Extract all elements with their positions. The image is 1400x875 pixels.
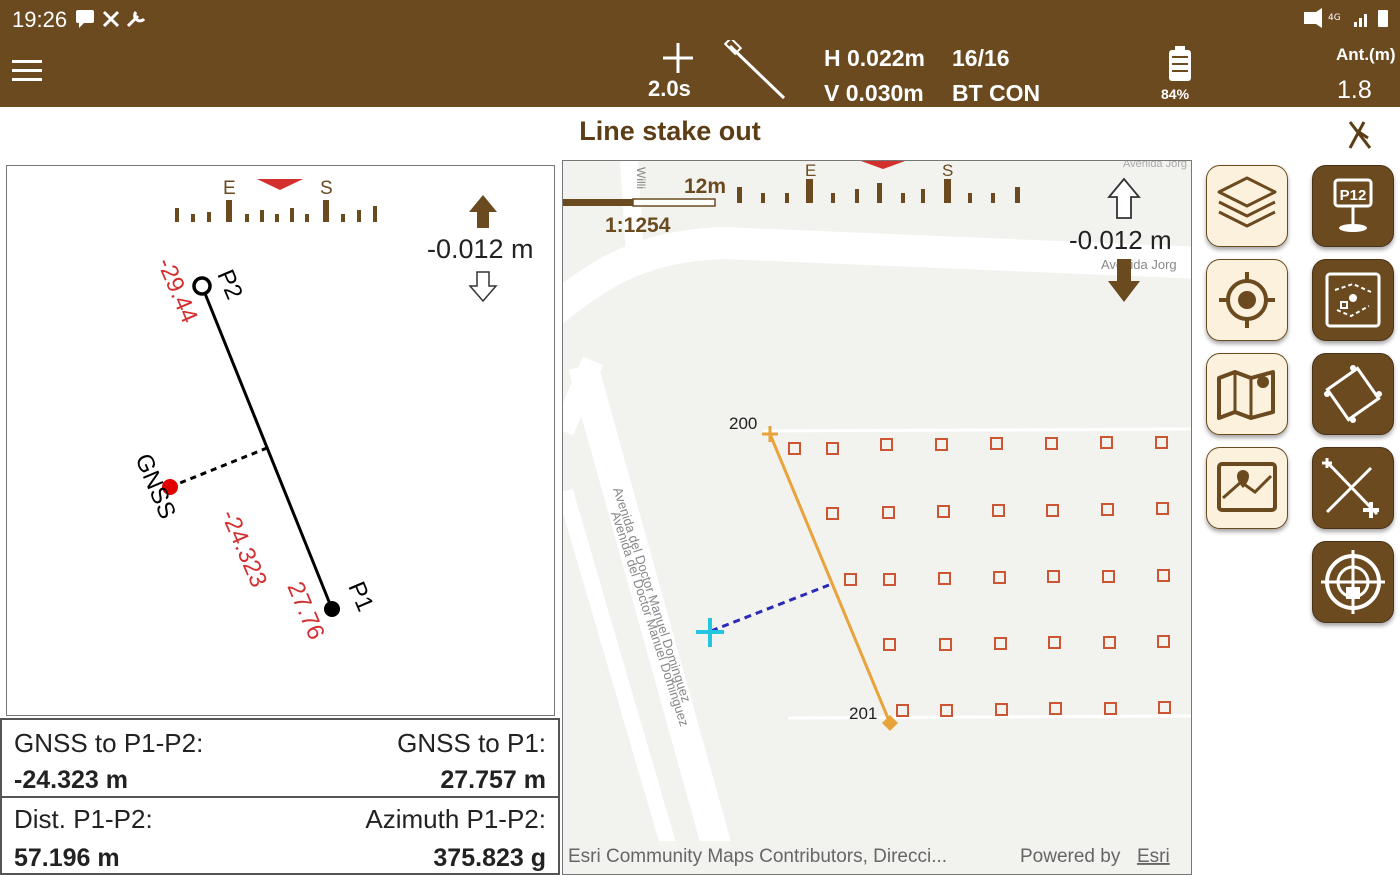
gnss-to-p1-value: 27.757 m	[440, 766, 546, 794]
rectangle-icon	[1324, 365, 1382, 423]
map-attribution: Esri Community Maps Contributors, Direcc…	[568, 846, 947, 867]
survey-map-button[interactable]	[1312, 259, 1394, 341]
antenna-height[interactable]: 1.8	[1337, 76, 1372, 105]
height-down-arrow-icon	[468, 271, 498, 303]
map-compass-east-label: E	[805, 161, 816, 180]
rectangle-button[interactable]	[1312, 353, 1394, 435]
h-precision: H 0.022m	[824, 45, 926, 71]
locate-button[interactable]	[1206, 259, 1288, 341]
azimuth-label: Azimuth P1-P2:	[365, 804, 546, 834]
stake-line	[200, 285, 334, 610]
line-add-button[interactable]	[1312, 447, 1394, 529]
point-p1-label: P1	[342, 578, 378, 616]
point-p2-marker	[192, 276, 212, 296]
locate-icon	[1219, 272, 1275, 328]
satellite-count: 16/16	[952, 45, 1010, 71]
map-north-pointer	[861, 161, 905, 169]
compass-east-label: E	[223, 178, 236, 199]
map-offset-line	[710, 583, 830, 633]
map-view-button[interactable]	[1206, 447, 1288, 529]
connection-status: BT CON	[952, 80, 1041, 106]
survey-map-icon	[1325, 272, 1381, 328]
stakeout-info-table: GNSS to P1-P2: -24.323 m GNSS to P1: 27.…	[0, 718, 560, 875]
pole-icon[interactable]	[724, 40, 788, 102]
distance-p1-p2-label: Dist. P1-P2:	[14, 804, 153, 834]
layers-button[interactable]	[1206, 165, 1288, 247]
scale-bar-filled	[563, 199, 633, 206]
map-button[interactable]	[1206, 353, 1288, 435]
distance-to-line: -24.323	[215, 506, 272, 591]
v-precision: V 0.030m	[824, 80, 924, 106]
map-stake-line	[768, 433, 892, 724]
scale-bar-empty	[632, 198, 716, 207]
gnss-to-line-value: -24.323 m	[14, 766, 128, 794]
line-add-icon	[1322, 458, 1379, 518]
perpendicular-offset-line	[169, 446, 268, 489]
gnss-to-p1-label: GNSS to P1:	[397, 728, 546, 758]
compass-south-label: S	[320, 178, 333, 199]
map-view-icon	[1217, 462, 1277, 512]
battery-level: 84%	[1161, 86, 1190, 102]
battery-icon	[1169, 46, 1191, 81]
compass-ruler	[175, 179, 377, 222]
map-compass-south-label: S	[942, 161, 953, 180]
stakeout-diagram: E S -0.012 m P2 P1 GNSS -29.44 -24.323 2…	[129, 178, 534, 644]
scale-distance: 12m	[684, 175, 726, 198]
page-title: Line stake out	[579, 116, 761, 146]
gnss-cursor-icon	[696, 618, 724, 647]
status-notification-icons	[76, 10, 146, 28]
svg-text:P12: P12	[1340, 187, 1367, 204]
survey-grid-points	[788, 436, 1171, 717]
point-p1-marker	[324, 601, 340, 617]
recording-interval: 2.0s	[648, 76, 691, 101]
map-canvas: Avenida del Doctor Manuel Dominguez Aven…	[563, 161, 1191, 874]
point-p2-label: P2	[211, 266, 247, 304]
height-offset: -0.012 m	[427, 234, 534, 264]
azimuth-value: 375.823 g	[433, 844, 546, 872]
gnss-to-line-label: GNSS to P1-P2:	[14, 728, 204, 758]
point-200-marker	[762, 426, 778, 442]
p12-point-icon: P12	[1333, 178, 1373, 232]
map-view[interactable]: Avenida del Doctor Manuel Dominguez Aven…	[562, 160, 1192, 875]
height-up-arrow-icon	[469, 195, 497, 228]
street-label-vertical: Willi	[634, 167, 648, 189]
point-201-label: 201	[849, 704, 877, 723]
point-200-label: 200	[729, 414, 757, 433]
powered-by-label: Powered by	[1020, 846, 1121, 867]
street-label-avenida-jorge: Avenida Jorg	[1101, 257, 1177, 272]
mute-pole-icon[interactable]	[1346, 118, 1374, 152]
antenna-label: Ant.(m)	[1336, 45, 1396, 64]
distance-p1-p2-value: 57.196 m	[14, 844, 120, 872]
stakeout-graphic-view[interactable]: E S -0.012 m P2 P1 GNSS -29.44 -24.323 2…	[6, 165, 555, 716]
target-icon	[1321, 550, 1385, 614]
scale-ratio: 1:1254	[605, 214, 671, 237]
p12-point-button[interactable]: P12	[1312, 165, 1394, 247]
north-pointer	[257, 179, 303, 190]
top-toolbar: 19:26 4G 2.0s H 0.022m V 0.030m 16/16 BT…	[0, 0, 1400, 107]
status-time: 19:26	[12, 7, 68, 32]
menu-icon[interactable]	[12, 60, 42, 82]
status-system-icons: 4G	[1304, 8, 1388, 28]
layers-icon	[1217, 176, 1277, 228]
svg-text:4G: 4G	[1328, 13, 1341, 23]
map-height-offset: -0.012 m	[1069, 225, 1172, 255]
map-icon	[1217, 370, 1275, 420]
map-compass-ruler	[737, 161, 1020, 203]
target-button[interactable]	[1312, 541, 1394, 623]
crosshair-icon[interactable]	[662, 42, 694, 74]
esri-link: Esri	[1137, 846, 1170, 867]
street-label-top: Avenida Jorg	[1123, 161, 1187, 170]
map-height-up-arrow-icon	[1107, 177, 1141, 219]
